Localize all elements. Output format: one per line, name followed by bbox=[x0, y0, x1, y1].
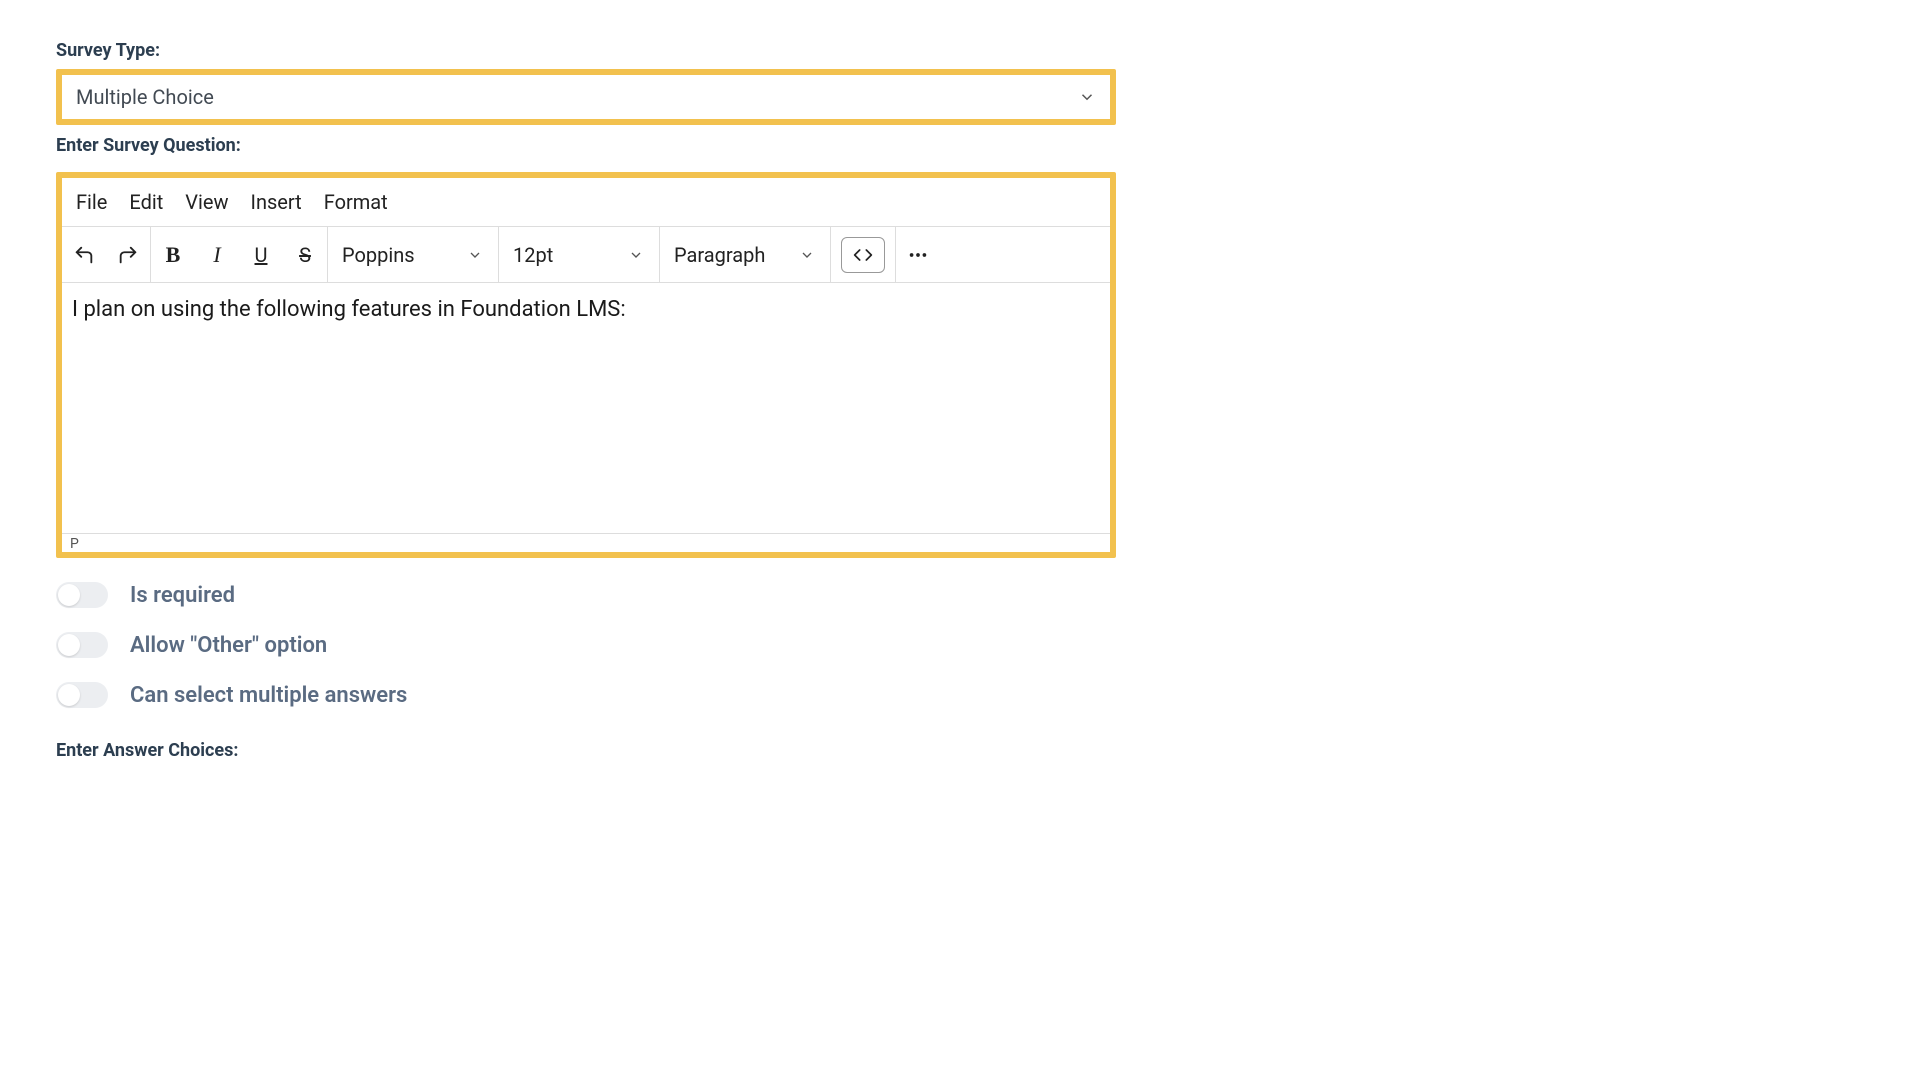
is-required-toggle[interactable] bbox=[56, 582, 108, 608]
enter-answers-label: Enter Answer Choices: bbox=[56, 740, 1116, 761]
source-code-button[interactable] bbox=[841, 237, 885, 273]
select-multiple-label: Can select multiple answers bbox=[130, 683, 407, 708]
allow-other-label: Allow "Other" option bbox=[130, 633, 327, 658]
rich-text-editor-highlight: File Edit View Insert Format B I U S bbox=[56, 172, 1116, 558]
select-multiple-toggle[interactable] bbox=[56, 682, 108, 708]
underline-button[interactable]: U bbox=[239, 233, 283, 277]
more-button[interactable] bbox=[896, 233, 940, 277]
chevron-down-icon bbox=[798, 246, 816, 264]
block-format-select[interactable]: Paragraph bbox=[660, 227, 830, 282]
font-family-select[interactable]: Poppins bbox=[328, 227, 498, 282]
editor-toolbar: B I U S Poppins 12pt Paragraph bbox=[62, 227, 1110, 283]
menu-format[interactable]: Format bbox=[324, 190, 388, 214]
editor-content-area[interactable]: I plan on using the following features i… bbox=[62, 283, 1110, 533]
block-format-value: Paragraph bbox=[674, 243, 765, 267]
redo-button[interactable] bbox=[106, 233, 150, 277]
chevron-down-icon bbox=[466, 246, 484, 264]
editor-menubar: File Edit View Insert Format bbox=[62, 178, 1110, 227]
menu-view[interactable]: View bbox=[185, 190, 228, 214]
enter-question-label: Enter Survey Question: bbox=[56, 135, 1116, 156]
allow-other-toggle[interactable] bbox=[56, 632, 108, 658]
is-required-label: Is required bbox=[130, 583, 235, 608]
strikethrough-button[interactable]: S bbox=[283, 233, 327, 277]
font-size-select[interactable]: 12pt bbox=[499, 227, 659, 282]
survey-type-select-highlight: Multiple Choice bbox=[56, 69, 1116, 125]
survey-type-value: Multiple Choice bbox=[76, 85, 214, 109]
menu-edit[interactable]: Edit bbox=[129, 190, 163, 214]
bold-button[interactable]: B bbox=[151, 233, 195, 277]
font-family-value: Poppins bbox=[342, 243, 415, 267]
editor-element-path: P bbox=[62, 533, 1110, 552]
survey-type-label: Survey Type: bbox=[56, 40, 1116, 61]
menu-insert[interactable]: Insert bbox=[251, 190, 302, 214]
chevron-down-icon bbox=[1078, 88, 1096, 106]
italic-button[interactable]: I bbox=[195, 233, 239, 277]
font-size-value: 12pt bbox=[513, 243, 553, 267]
chevron-down-icon bbox=[627, 246, 645, 264]
survey-type-select[interactable]: Multiple Choice bbox=[62, 75, 1110, 119]
menu-file[interactable]: File bbox=[76, 190, 107, 214]
undo-button[interactable] bbox=[62, 233, 106, 277]
